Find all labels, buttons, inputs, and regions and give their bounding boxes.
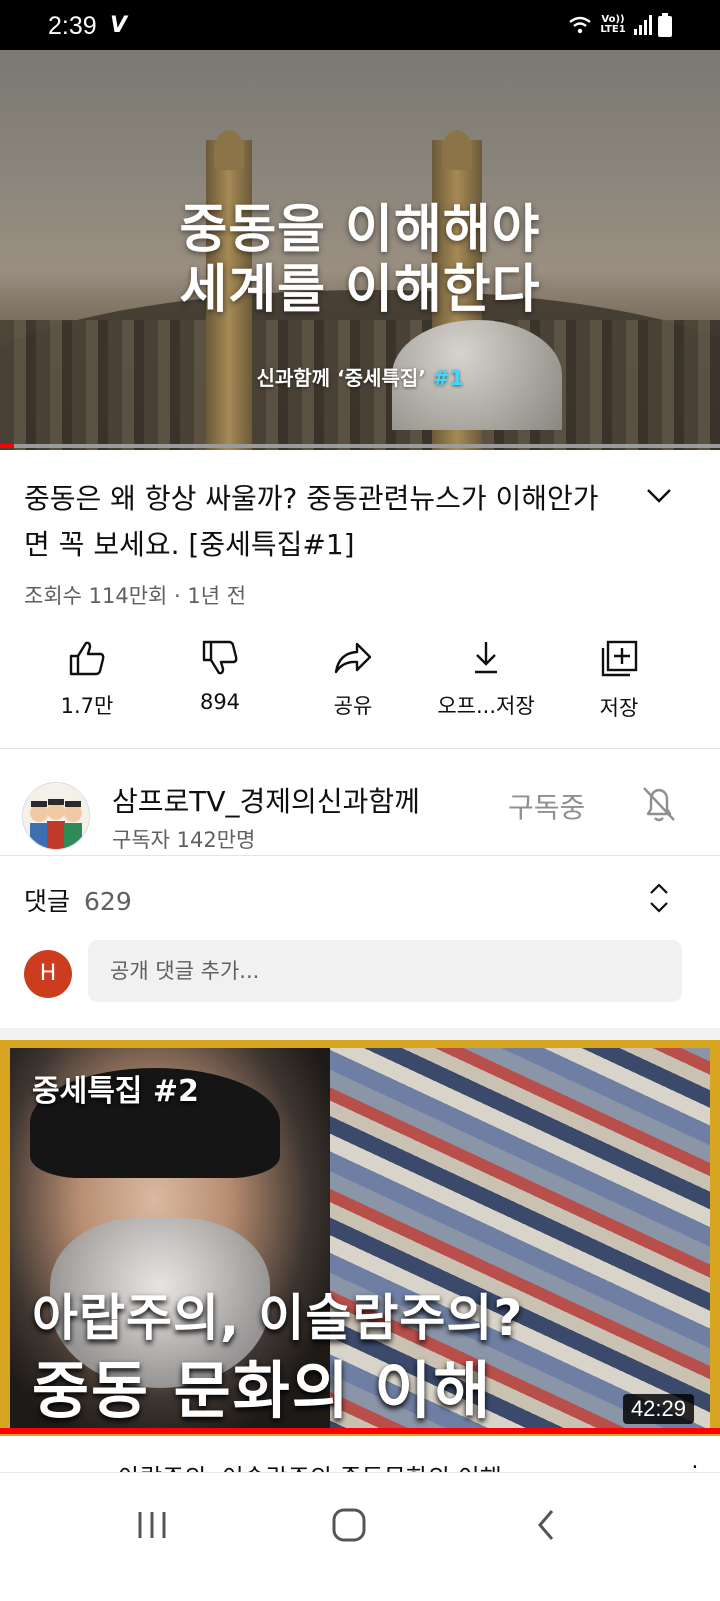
divider xyxy=(0,748,720,749)
video-player[interactable]: 중동을 이해해야 세계를 이해한다 신과함께 ‘중세특집’ #1 xyxy=(0,50,720,450)
player-subtitle: 신과함께 ‘중세특집’ #1 xyxy=(0,362,720,391)
channel-name[interactable]: 삼프로TV_경제의신과함께 xyxy=(112,780,420,820)
video-meta: 조회수 114만회 · 1년 전 xyxy=(24,584,247,608)
comments-label: 댓글 xyxy=(24,887,71,916)
channel-avatar[interactable] xyxy=(22,782,90,850)
comments-count: 629 xyxy=(84,887,132,916)
comments-header[interactable]: 댓글 629 xyxy=(24,882,132,918)
player-title-overlay: 중동을 이해해야 세계를 이해한다 xyxy=(0,200,720,320)
player-subtitle-prefix: 신과함께 ‘중세특집’ xyxy=(256,366,433,390)
channel-avatar-illustration xyxy=(23,783,89,849)
user-avatar: H xyxy=(24,950,72,998)
dislike-button[interactable]: 894 xyxy=(155,640,285,714)
share-label: 공유 xyxy=(333,694,373,718)
system-nav-bar xyxy=(0,1472,720,1601)
wifi-icon xyxy=(569,16,591,34)
bell-off-icon[interactable] xyxy=(640,784,678,824)
thumbs-up-icon xyxy=(69,641,105,676)
thumbnail-image: 중세특집 #2 아랍주의, 이슬람주의? 중동 문화의 이해 42:29 xyxy=(10,1048,710,1428)
player-title-line1: 중동을 이해해야 xyxy=(179,200,541,260)
scene-minaret-cap-right xyxy=(442,130,472,170)
scene-minaret-cap-left xyxy=(214,130,244,170)
share-button[interactable]: 공유 xyxy=(288,640,418,720)
recent-apps-icon[interactable] xyxy=(134,1507,170,1543)
divider xyxy=(0,855,720,856)
share-icon xyxy=(334,642,372,674)
status-bar: 2:39 V Vo)) LTE1 xyxy=(0,0,720,50)
player-subtitle-number: #1 xyxy=(432,366,464,390)
add-to-playlist-icon xyxy=(601,640,638,677)
video-title[interactable]: 중동은 왜 항상 싸울까? 중동관련뉴스가 이해안가면 꼭 보세요. [중세특집… xyxy=(24,476,614,568)
like-button[interactable]: 1.7만 xyxy=(22,640,152,720)
like-count: 1.7만 xyxy=(60,694,114,718)
save-button[interactable]: 저장 xyxy=(554,640,684,722)
dislike-count: 894 xyxy=(199,690,241,714)
next-video-thumbnail[interactable]: 중세특집 #2 아랍주의, 이슬람주의? 중동 문화의 이해 42:29 xyxy=(0,1040,720,1436)
save-label: 저장 xyxy=(599,696,639,720)
player-title-line2: 세계를 이해한다 xyxy=(179,260,541,320)
status-time: 2:39 xyxy=(48,12,97,40)
thumbnail-badge: 중세특집 #2 xyxy=(32,1074,199,1109)
thumbs-down-icon xyxy=(202,640,238,675)
thumbnail-watched-bar xyxy=(0,1428,720,1434)
download-icon xyxy=(475,642,497,674)
carrier-icon: V xyxy=(110,13,128,38)
action-row: 1.7만 894 공유 오프...저장 저장 xyxy=(0,640,720,730)
battery-icon xyxy=(658,13,672,37)
subscribe-button[interactable]: 구독중 xyxy=(508,786,585,826)
download-button[interactable]: 오프...저장 xyxy=(421,640,551,720)
video-duration: 42:29 xyxy=(622,1394,694,1424)
section-gap xyxy=(0,1028,720,1040)
chevron-down-icon[interactable] xyxy=(646,486,672,506)
thumbnail-text-line2: 중동 문화의 이해 xyxy=(32,1354,493,1427)
home-icon[interactable] xyxy=(330,1507,368,1543)
network-type-label: Vo)) LTE1 xyxy=(600,14,626,35)
subscriber-count: 구독자 142만명 xyxy=(112,828,256,852)
player-progress-fill xyxy=(0,444,15,448)
signal-icon xyxy=(634,15,652,35)
player-progress-bar[interactable] xyxy=(0,444,720,448)
comment-input[interactable]: 공개 댓글 추가... xyxy=(88,940,682,1002)
download-label: 오프...저장 xyxy=(437,694,535,718)
back-icon[interactable] xyxy=(532,1507,562,1543)
expand-comments-icon[interactable] xyxy=(648,882,670,914)
status-icons: Vo)) LTE1 xyxy=(568,12,672,38)
